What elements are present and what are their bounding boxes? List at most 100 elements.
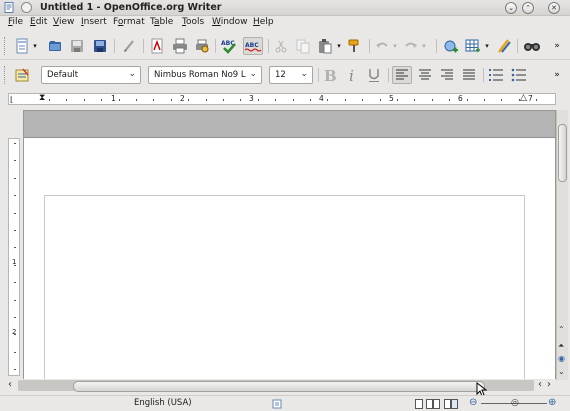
close-button[interactable]: ✕ [548,2,560,14]
ruler-tick [136,99,137,101]
align-left-icon[interactable] [392,66,412,84]
align-center-icon[interactable] [416,66,434,84]
menu-tools[interactable]: Tools [182,17,204,27]
navigation-icon[interactable]: ◉ [558,354,565,363]
next-page-icon[interactable]: ⌄ [558,367,565,376]
redo-dropdown-arrow-icon[interactable]: ▾ [419,37,429,55]
table-icon[interactable] [464,37,482,55]
vertical-ruler[interactable]: 1 2 [8,138,20,376]
copy-icon[interactable] [294,37,312,55]
print-preview-icon[interactable] [193,37,211,55]
svg-text:B: B [324,67,337,83]
spellcheck-icon[interactable]: ABC [220,37,238,55]
underline-icon[interactable] [365,66,383,84]
open-icon[interactable] [46,37,64,55]
multi-page-view-icon[interactable] [426,399,440,409]
print-icon[interactable] [171,37,189,55]
styles-formatting-icon[interactable] [13,66,31,84]
ruler-tick [310,99,311,101]
keep-above-icon[interactable] [21,2,32,13]
right-indent-marker[interactable]: △ [520,93,527,103]
ruler-tick [14,143,16,144]
scroll-right-icon[interactable]: › [547,379,551,390]
menu-help[interactable]: Help [253,17,274,27]
find-icon[interactable] [523,37,541,55]
horizontal-ruler[interactable]: ⌊ ⧗ △ 1 2 3 4 5 6 7 [8,93,556,105]
ruler-tick [292,99,294,101]
left-indent-marker[interactable]: ⧗ [39,93,45,103]
hyperlink-icon[interactable] [442,37,460,55]
export-pdf-icon[interactable] [148,37,166,55]
paragraph-style-value: Default [47,70,79,80]
document-modified-icon[interactable] [272,399,282,409]
ruler-tick [188,99,190,101]
numbering-icon[interactable] [487,66,505,84]
ruler-tick [240,99,242,101]
align-right-icon[interactable] [438,66,456,84]
ruler-number: 2 [180,94,185,103]
undo-icon[interactable] [373,37,391,55]
toolbar-overflow-icon[interactable]: » [550,66,564,84]
bullets-icon[interactable] [510,66,528,84]
single-page-view-icon[interactable] [415,399,423,409]
bold-icon[interactable]: B [321,66,339,84]
ruler-tick [14,195,16,197]
toolbar-grip[interactable] [4,66,7,84]
italic-icon[interactable]: i [343,66,361,84]
menu-view[interactable]: View [53,17,74,27]
horizontal-scroll-track[interactable] [18,380,534,392]
table-dropdown-arrow-icon[interactable]: ▾ [482,37,492,55]
new-dropdown-arrow-icon[interactable]: ▾ [30,37,40,55]
document-canvas[interactable] [23,110,556,380]
edit-file-icon[interactable] [120,37,138,55]
show-draw-functions-icon[interactable] [495,37,513,55]
menu-insert[interactable]: Insert [81,17,107,27]
tab-stop-icon[interactable]: ⌊ [10,95,13,104]
language-status[interactable]: English (USA) [134,398,192,408]
clone-formatting-icon[interactable] [346,37,364,55]
ruler-tick [14,299,16,301]
new-document-icon[interactable] [13,37,31,55]
save-as-icon[interactable] [91,37,109,55]
vertical-scrollbar[interactable]: ⌃ ⏶ ◉ ⌄ [556,110,568,380]
autospellcheck-icon[interactable]: ABC [243,37,263,55]
ruler-tick [466,99,468,101]
maximize-button[interactable]: ⌃ [522,2,534,14]
formatting-toolbar: Default ⌄ Nimbus Roman No9 L ⌄ 12 ⌄ B i … [0,62,570,88]
menu-edit[interactable]: Edit [30,17,47,27]
toolbar-overflow-icon[interactable]: » [550,37,564,55]
menu-window[interactable]: Window [212,17,248,27]
ruler-tick [14,160,16,162]
text-boundaries [44,195,525,379]
vertical-scroll-thumb[interactable] [558,124,567,182]
redo-icon[interactable] [402,37,420,55]
minimize-button[interactable]: ⌄ [505,2,517,14]
book-view-icon[interactable] [444,399,458,409]
font-name-combo[interactable]: Nimbus Roman No9 L ⌄ [148,66,262,84]
scroll-up-icon[interactable]: ⌃ [558,325,565,334]
font-size-combo[interactable]: 12 ⌄ [269,66,313,84]
ruler-tick [501,99,503,101]
justify-icon[interactable] [460,66,478,84]
menu-file[interactable]: File [8,17,23,27]
menu-format[interactable]: Format [113,17,145,27]
svg-text:ABC: ABC [245,42,259,49]
undo-dropdown-arrow-icon[interactable]: ▾ [390,37,400,55]
zoom-slider-handle[interactable]: ◎ [511,398,519,408]
cut-icon[interactable] [272,37,290,55]
save-icon[interactable] [68,37,86,55]
horizontal-scroll-thumb[interactable] [73,381,485,392]
scroll-left-icon[interactable]: ‹ [538,379,542,390]
paragraph-style-combo[interactable]: Default ⌄ [41,66,141,84]
toolbar-grip[interactable] [4,37,7,55]
paste-dropdown-arrow-icon[interactable]: ▾ [334,37,344,55]
zoom-out-icon[interactable]: ⊖ [469,397,477,408]
horizontal-scrollbar[interactable]: ‹ ‹ › [8,379,556,392]
menu-table[interactable]: Table [150,17,173,27]
zoom-in-icon[interactable]: ⊕ [548,397,556,408]
paste-icon[interactable] [316,37,334,55]
previous-page-icon[interactable]: ⏶ [558,341,564,351]
ruler-tick [518,99,520,101]
scroll-left-icon[interactable]: ‹ [8,379,12,390]
writer-app-icon[interactable] [4,2,15,13]
